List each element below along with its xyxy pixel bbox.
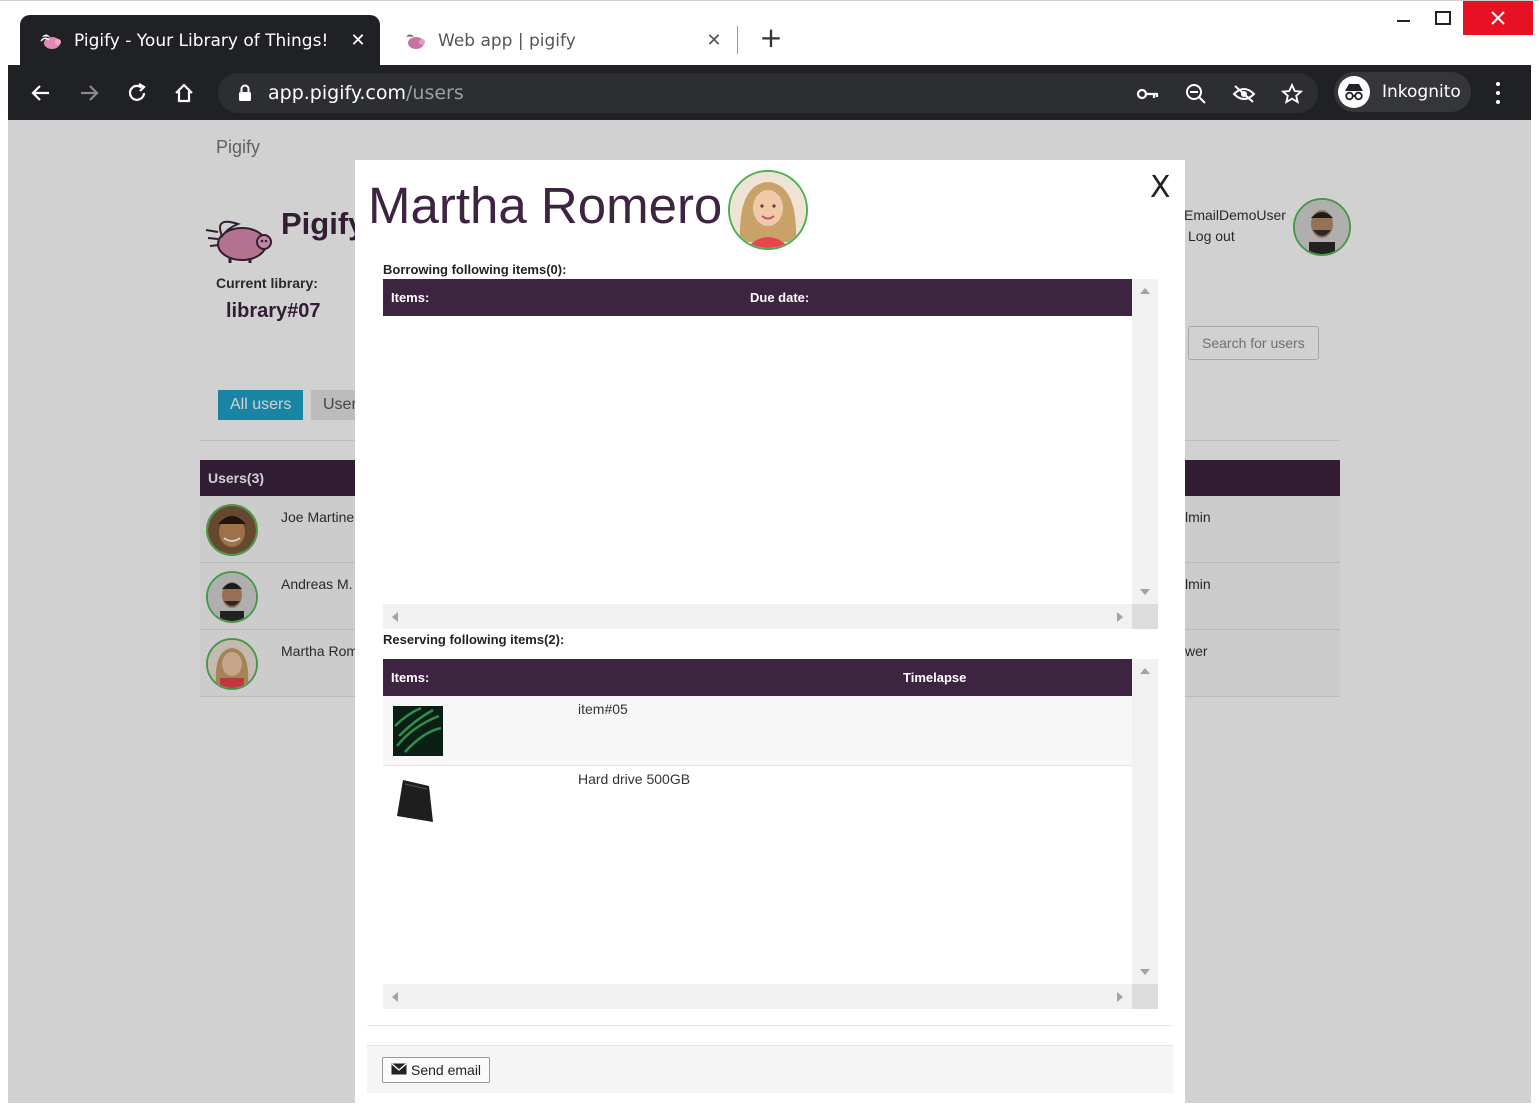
scroll-right-icon[interactable] — [1117, 992, 1123, 1002]
close-tab-icon[interactable]: ✕ — [700, 30, 728, 51]
tab-web-app[interactable]: Web app | pigify ✕ — [384, 15, 736, 66]
col-due-date: Due date: — [750, 290, 810, 305]
tab-separator — [737, 26, 738, 54]
url-text: app.pigify.com/users — [268, 82, 464, 104]
send-email-button[interactable]: Send email — [382, 1057, 491, 1083]
incognito-label: Inkognito — [1382, 82, 1461, 102]
forward-arrow-icon[interactable] — [71, 75, 107, 111]
tab-title: Pigify - Your Library of Things! — [74, 30, 329, 51]
scroll-left-icon[interactable] — [392, 612, 398, 622]
horizontal-scrollbar[interactable] — [383, 604, 1132, 629]
lock-icon — [238, 84, 252, 107]
table-row[interactable]: item#05 — [383, 696, 1132, 766]
tab-pigify-library[interactable]: Pigify - Your Library of Things! ✕ — [20, 15, 380, 66]
reserving-grid-header: Items: Timelapse — [383, 659, 1132, 696]
modal-title: Martha Romero — [368, 177, 723, 234]
vertical-scrollbar[interactable] — [1132, 659, 1158, 984]
eye-off-icon[interactable] — [1231, 81, 1257, 107]
vertical-scrollbar[interactable] — [1132, 279, 1158, 604]
divider — [367, 1025, 1173, 1026]
col-items: Items: — [391, 290, 430, 305]
home-icon[interactable] — [166, 75, 202, 111]
table-row[interactable]: Hard drive 500GB — [383, 766, 1132, 836]
zoom-out-icon[interactable] — [1183, 81, 1209, 107]
item-name[interactable]: Hard drive 500GB — [578, 771, 690, 787]
borrowing-grid-body — [383, 316, 1132, 604]
incognito-icon — [1338, 76, 1370, 108]
borrowing-grid: Items: Due date: — [383, 279, 1158, 629]
reserving-grid-body: item#05 Hard drive 500GB — [383, 696, 1132, 984]
item-name[interactable]: item#05 — [578, 701, 628, 717]
scroll-down-icon[interactable] — [1140, 969, 1150, 975]
minimize-window-icon[interactable] — [1383, 1, 1423, 35]
browser-titlebar: Pigify - Your Library of Things! ✕ Web a… — [0, 0, 1539, 66]
browser-menu-icon[interactable] — [1488, 79, 1508, 107]
envelope-icon — [391, 1062, 407, 1078]
avatar — [728, 170, 808, 250]
maximize-window-icon[interactable] — [1423, 1, 1463, 35]
scroll-up-icon[interactable] — [1140, 668, 1150, 674]
scroll-down-icon[interactable] — [1140, 589, 1150, 595]
item-thumbnail — [393, 706, 443, 756]
pig-favicon-icon — [402, 30, 428, 52]
key-icon[interactable] — [1135, 81, 1161, 107]
horizontal-scrollbar[interactable] — [383, 984, 1132, 1009]
bookmark-star-icon[interactable] — [1279, 81, 1305, 107]
borrowing-grid-header: Items: Due date: — [383, 279, 1132, 316]
close-tab-icon[interactable]: ✕ — [344, 30, 372, 51]
col-timelapse: Timelapse — [903, 670, 967, 685]
reload-icon[interactable] — [119, 75, 155, 111]
pig-favicon-icon — [38, 30, 64, 52]
scroll-corner — [1132, 604, 1158, 629]
send-email-label: Send email — [411, 1062, 482, 1078]
browser-toolbar: app.pigify.com/users Inkognito — [8, 65, 1531, 120]
borrowing-label: Borrowing following items(0): — [383, 262, 567, 277]
page-viewport: Pigify Pigify Current library: library#0… — [8, 120, 1531, 1103]
item-thumbnail — [393, 776, 443, 826]
reserving-grid: Items: Timelapse item#05 Hard drive 500G… — [383, 659, 1158, 1009]
address-bar[interactable]: app.pigify.com/users — [218, 73, 1318, 113]
user-detail-modal: Martha Romero X Borrowing following item… — [355, 160, 1185, 1103]
scroll-up-icon[interactable] — [1140, 288, 1150, 294]
col-items: Items: — [391, 670, 430, 685]
back-arrow-icon[interactable] — [23, 75, 59, 111]
reserving-label: Reserving following items(2): — [383, 632, 565, 647]
scroll-left-icon[interactable] — [392, 992, 398, 1002]
scroll-right-icon[interactable] — [1117, 612, 1123, 622]
modal-footer: Send email — [367, 1045, 1173, 1093]
new-tab-plus-icon[interactable]: + — [756, 23, 786, 53]
incognito-profile-button[interactable]: Inkognito — [1334, 72, 1471, 112]
tab-title: Web app | pigify — [438, 30, 576, 51]
close-modal-button[interactable]: X — [1150, 170, 1171, 205]
scroll-corner — [1132, 984, 1158, 1009]
close-window-icon[interactable] — [1463, 1, 1533, 35]
